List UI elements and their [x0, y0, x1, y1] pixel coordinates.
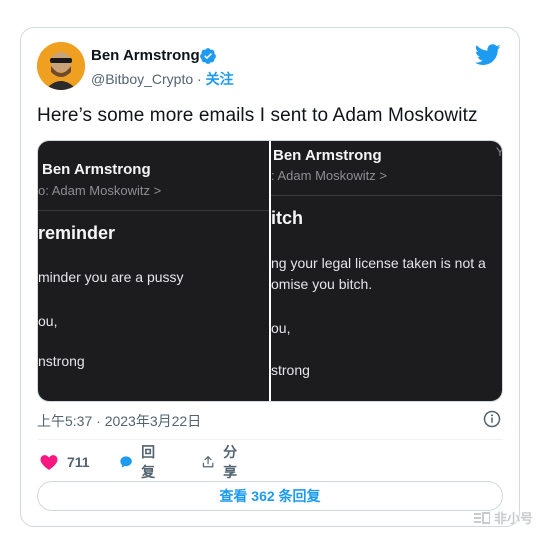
email-body-line: minder you are a pussy	[38, 269, 184, 285]
email-subject: reminder	[38, 223, 116, 243]
email-screenshot-left[interactable]: Ben Armstrong o: Adam Moskowitz > remind…	[38, 141, 269, 401]
email-body-line: omise you bitch.	[271, 276, 373, 292]
email-corner-glyph: Y	[496, 145, 502, 159]
email-recipient: : Adam Moskowitz >	[271, 168, 387, 183]
tweet-media[interactable]: Ben Armstrong o: Adam Moskowitz > remind…	[37, 140, 503, 402]
author-name[interactable]: Ben Armstrong	[91, 47, 200, 64]
info-icon[interactable]	[483, 410, 501, 428]
email-body-line: strong	[271, 362, 310, 378]
email-divider	[38, 210, 269, 211]
share-label: 分享	[223, 444, 238, 480]
author-avatar[interactable]	[37, 42, 85, 90]
divider	[37, 439, 503, 440]
watermark-logo-icon	[473, 511, 490, 524]
tweet-timestamp[interactable]: 上午5:37 · 2023年3月22日	[37, 411, 201, 431]
tweet-text: Here’s some more emails I sent to Adam M…	[37, 105, 478, 126]
view-replies-button[interactable]: 查看 362 条回复	[37, 481, 503, 511]
like-count: 711	[67, 454, 90, 470]
email-sender: Ben Armstrong	[273, 147, 382, 164]
author-handle[interactable]: @Bitboy_Crypto	[91, 71, 193, 87]
email-body-line: ou,	[38, 313, 58, 329]
heart-icon	[40, 455, 58, 470]
email-body-line: ng your legal license taken is not a	[271, 255, 486, 271]
reply-bubble-icon	[120, 456, 132, 468]
reply-button[interactable]: 回复	[119, 444, 161, 480]
watermark-text: 非小号	[493, 511, 533, 526]
twitter-bird-icon[interactable]	[475, 44, 501, 66]
like-button[interactable]: 711	[39, 451, 90, 473]
share-upload-icon	[202, 456, 214, 468]
tweet-card: Ben Armstrong @Bitboy_Crypto · 关注 Here’s…	[20, 27, 520, 527]
email-sender: Ben Armstrong	[42, 161, 151, 178]
email-subject: itch	[271, 208, 304, 228]
follow-link[interactable]: 关注	[206, 71, 234, 87]
watermark: 非小号	[473, 508, 533, 527]
share-button[interactable]: 分享	[201, 444, 243, 480]
email-recipient: o: Adam Moskowitz >	[38, 183, 162, 198]
avatar-photo	[37, 42, 85, 90]
reply-label: 回复	[141, 444, 156, 480]
email-screenshot-right[interactable]: Ben Armstrong : Adam Moskowitz > Y itch …	[271, 141, 502, 401]
handle-separator: ·	[193, 71, 206, 87]
email-divider	[271, 195, 502, 196]
email-body-line: ou,	[271, 320, 291, 336]
verified-badge-icon	[200, 48, 216, 64]
email-body-line: nstrong	[38, 353, 85, 369]
handle-row: @Bitboy_Crypto · 关注	[91, 69, 234, 89]
